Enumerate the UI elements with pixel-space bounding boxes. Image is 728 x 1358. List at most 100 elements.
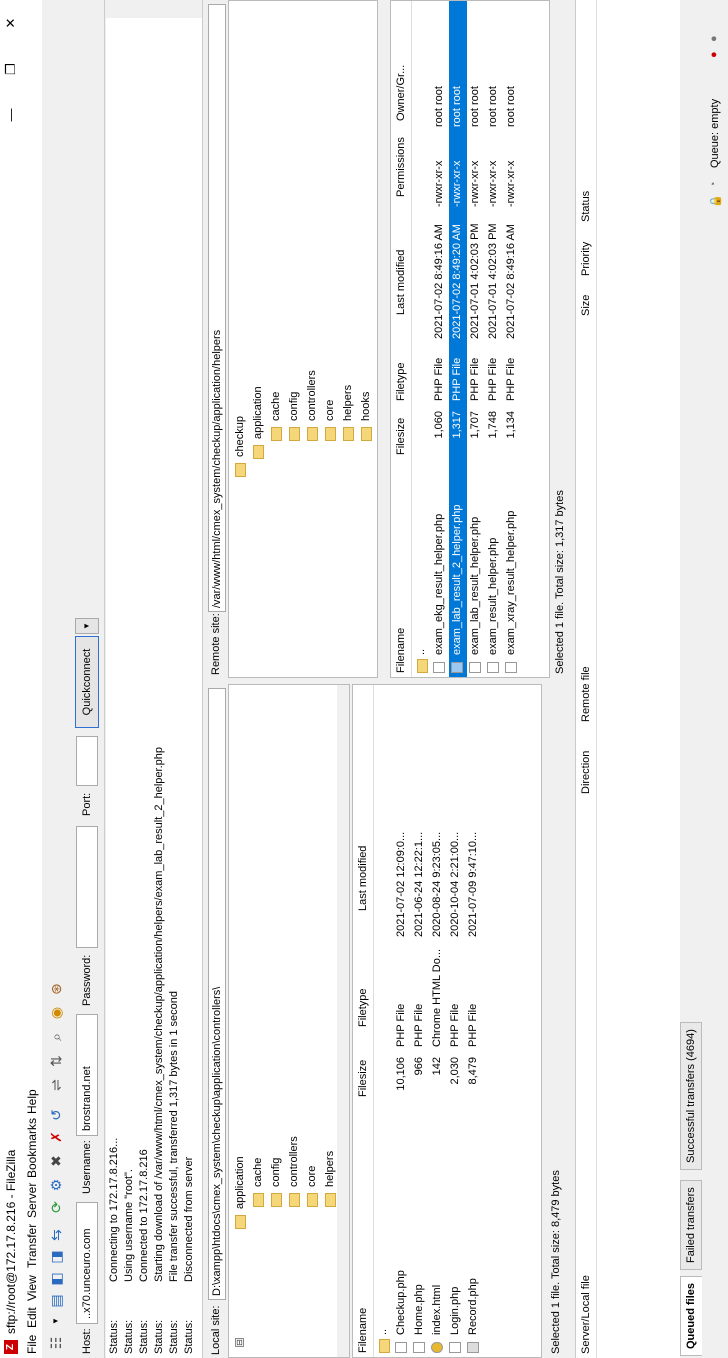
host-label: Host: [81,1328,93,1354]
remote-file-list: Filename Filesize Filetype Last modified… [390,0,550,678]
tab-queued-files[interactable]: Queued files [680,1275,702,1356]
activity-led-icon: ● [708,51,720,58]
lock-icon: 🔒 [710,194,722,208]
filter-icon[interactable]: ◉ [45,1002,67,1024]
table-row-selected[interactable]: exam_lab_result_2_helper.php 1,317 PHP F… [449,1,467,677]
local-path-input[interactable]: D:\xampp\htdocs\cmex_system\checkup\appl… [208,688,226,1300]
reconnect-icon[interactable]: ↺ [45,1104,67,1126]
remote-site-label: Remote site: [210,613,222,675]
transfer-queue: Server/Local file Direction Remote file … [575,0,681,1358]
quickconnect-dropdown-icon[interactable]: ▼ [75,618,99,634]
username-input[interactable] [76,1014,98,1136]
window-title: sftp://root@172.17.8.216 - FileZilla [4,1149,18,1334]
col-last-modified[interactable]: Last modified [357,846,369,911]
menu-edit[interactable]: Edit [25,1307,39,1328]
password-label: Password: [81,954,93,1006]
activity-led-icon: ● [708,35,720,42]
refresh-icon[interactable]: ⟳ [45,1196,67,1218]
toggle-tree-icon[interactable]: ◧ [45,1268,67,1290]
table-row[interactable]: exam_lab_result_helper.php 1,707 PHP Fil… [467,1,485,677]
tab-successful-transfers[interactable]: Successful transfers (4694) [680,1022,702,1170]
menu-help[interactable]: Help [25,1089,39,1114]
queue-status: Queue: empty [709,98,721,168]
quickconnect-button[interactable]: Quickconnect [75,636,99,728]
filezilla-app-icon: Z [4,1340,18,1354]
directory-compare-icon[interactable]: ⇌ [45,1074,67,1096]
title-bar: Z sftp://root@172.17.8.216 - FileZilla —… [0,0,22,1358]
minimize-button[interactable]: — [0,92,22,138]
binoculars-icon[interactable]: ⊛ [45,978,67,1000]
toolbar: ☷ ▼ ▤ ◧ ◨ ⇆ ⟳ ⚙ ✖ ✗ ↺ ⇌ ⇅ ⌕ ◉ ⊛ [42,0,70,1358]
menu-transfer[interactable]: Transfer [25,1224,39,1268]
remote-status: Selected 1 file. Total size: 1,317 bytes [550,0,570,678]
col-owner-group[interactable]: Owner/Gr... [395,65,407,121]
process-queue-icon[interactable]: ⚙ [45,1174,67,1196]
col-filetype[interactable]: Filetype [395,362,407,401]
table-row[interactable]: index.html 142 Chrome HTML Do... 2020-08… [429,685,447,1357]
local-tree-hscrollbar[interactable] [337,685,349,1357]
local-file-list: Filename Filesize Filetype Last modified… [352,684,542,1358]
col-permissions[interactable]: Permissions [395,137,407,197]
col-filename[interactable]: Filename [357,1308,369,1353]
remote-site-bar: Remote site: /var/www/html/cmex_system/c… [206,0,229,678]
col-status[interactable]: Status [580,191,592,222]
disconnect-icon[interactable]: ✗ [45,1126,67,1148]
col-filesize[interactable]: Filesize [357,1060,369,1097]
filezilla-window: Z sftp://root@172.17.8.216 - FileZilla —… [0,0,728,1358]
search-icon[interactable]: ⌕ [45,1026,67,1048]
col-filename[interactable]: Filename [395,628,407,673]
sync-browsing-icon[interactable]: ⇅ [45,1050,67,1072]
tab-failed-transfers[interactable]: Failed transfers [680,1180,702,1270]
col-remote-file[interactable]: Remote file [580,666,592,722]
toggle-queue-icon[interactable]: ⇆ [45,1224,67,1246]
col-server-local-file[interactable]: Server/Local file [580,1275,592,1354]
menu-view[interactable]: View [25,1275,39,1301]
local-site-bar: Local site: D:\xampp\htdocs\cmex_system\… [206,684,229,1358]
local-status: Selected 1 file. Total size: 8,479 bytes [546,684,566,1358]
table-row[interactable]: exam_result_helper.php 1,748 PHP File 20… [485,1,503,677]
chrome-icon [431,1342,443,1353]
table-row[interactable]: Home.php 966 PHP File 2021-06-24 12:22:1… [411,685,429,1357]
col-direction[interactable]: Direction [580,751,592,794]
message-log: Status: Connecting to 172.17.8.216... Sta… [106,0,203,1358]
cancel-operation-icon[interactable]: ✖ [45,1150,67,1172]
toggle-log-icon[interactable]: ▤ [45,1290,67,1312]
col-size[interactable]: Size [580,295,592,316]
list-item-parent[interactable]: .. [413,1,431,677]
port-input[interactable] [76,736,98,786]
table-row[interactable]: Record.php 8,479 PHP File 2021-07-09 9:4… [465,685,483,1357]
queue-header: Server/Local file Direction Remote file … [576,0,597,1358]
toggle-remote-tree-icon[interactable]: ◨ [45,1246,67,1268]
speed-limit-icon[interactable]: ◔ [708,181,720,188]
remote-directory-tree: checkup application cache config control… [228,0,378,678]
site-manager-icon[interactable]: ☷ [45,1332,67,1354]
col-last-modified[interactable]: Last modified [395,250,407,315]
col-priority[interactable]: Priority [580,242,592,276]
col-filesize[interactable]: Filesize [395,418,407,455]
quickconnect-bar: Host: Username: Password: Port: Quickcon… [70,0,105,1358]
remote-list-header: Filename Filesize Filetype Last modified… [391,1,412,677]
queue-tabs: Queued files Failed transfers Successful… [680,0,704,1358]
menu-bookmarks[interactable]: Bookmarks [25,1118,39,1178]
port-label: Port: [81,792,93,816]
local-site-label: Local site: [210,1305,222,1355]
host-input[interactable] [76,1202,98,1324]
table-row[interactable]: exam_ekg_result_helper.php 1,060 PHP Fil… [431,1,449,677]
close-button[interactable]: ✕ [0,0,22,46]
username-label: Username: [81,1140,93,1194]
menu-server[interactable]: Server [25,1183,39,1218]
local-directory-tree: ⊟ application cache config controllers c… [228,684,350,1358]
list-item-parent[interactable]: .. [375,685,393,1357]
remote-path-input[interactable]: /var/www/html/cmex_system/checkup/applic… [208,4,226,612]
password-input[interactable] [76,826,98,948]
log-scrollbar[interactable] [106,0,202,18]
site-manager-dropdown-icon[interactable]: ▼ [45,1310,67,1332]
local-list-header: Filename Filesize Filetype Last modified [353,685,374,1357]
table-row[interactable]: Login.php 2,030 PHP File 2020-10-04 2:21… [447,685,465,1357]
col-filetype[interactable]: Filetype [357,988,369,1027]
maximize-button[interactable]: ❐ [0,46,22,92]
table-row[interactable]: Checkup.php 10,106 PHP File 2021-07-02 1… [393,685,411,1357]
menu-bar: File Edit View Transfer Server Bookmarks… [22,0,42,1358]
table-row[interactable]: exam_xray_result_helper.php 1,134 PHP Fi… [503,1,521,677]
menu-file[interactable]: File [25,1335,39,1354]
